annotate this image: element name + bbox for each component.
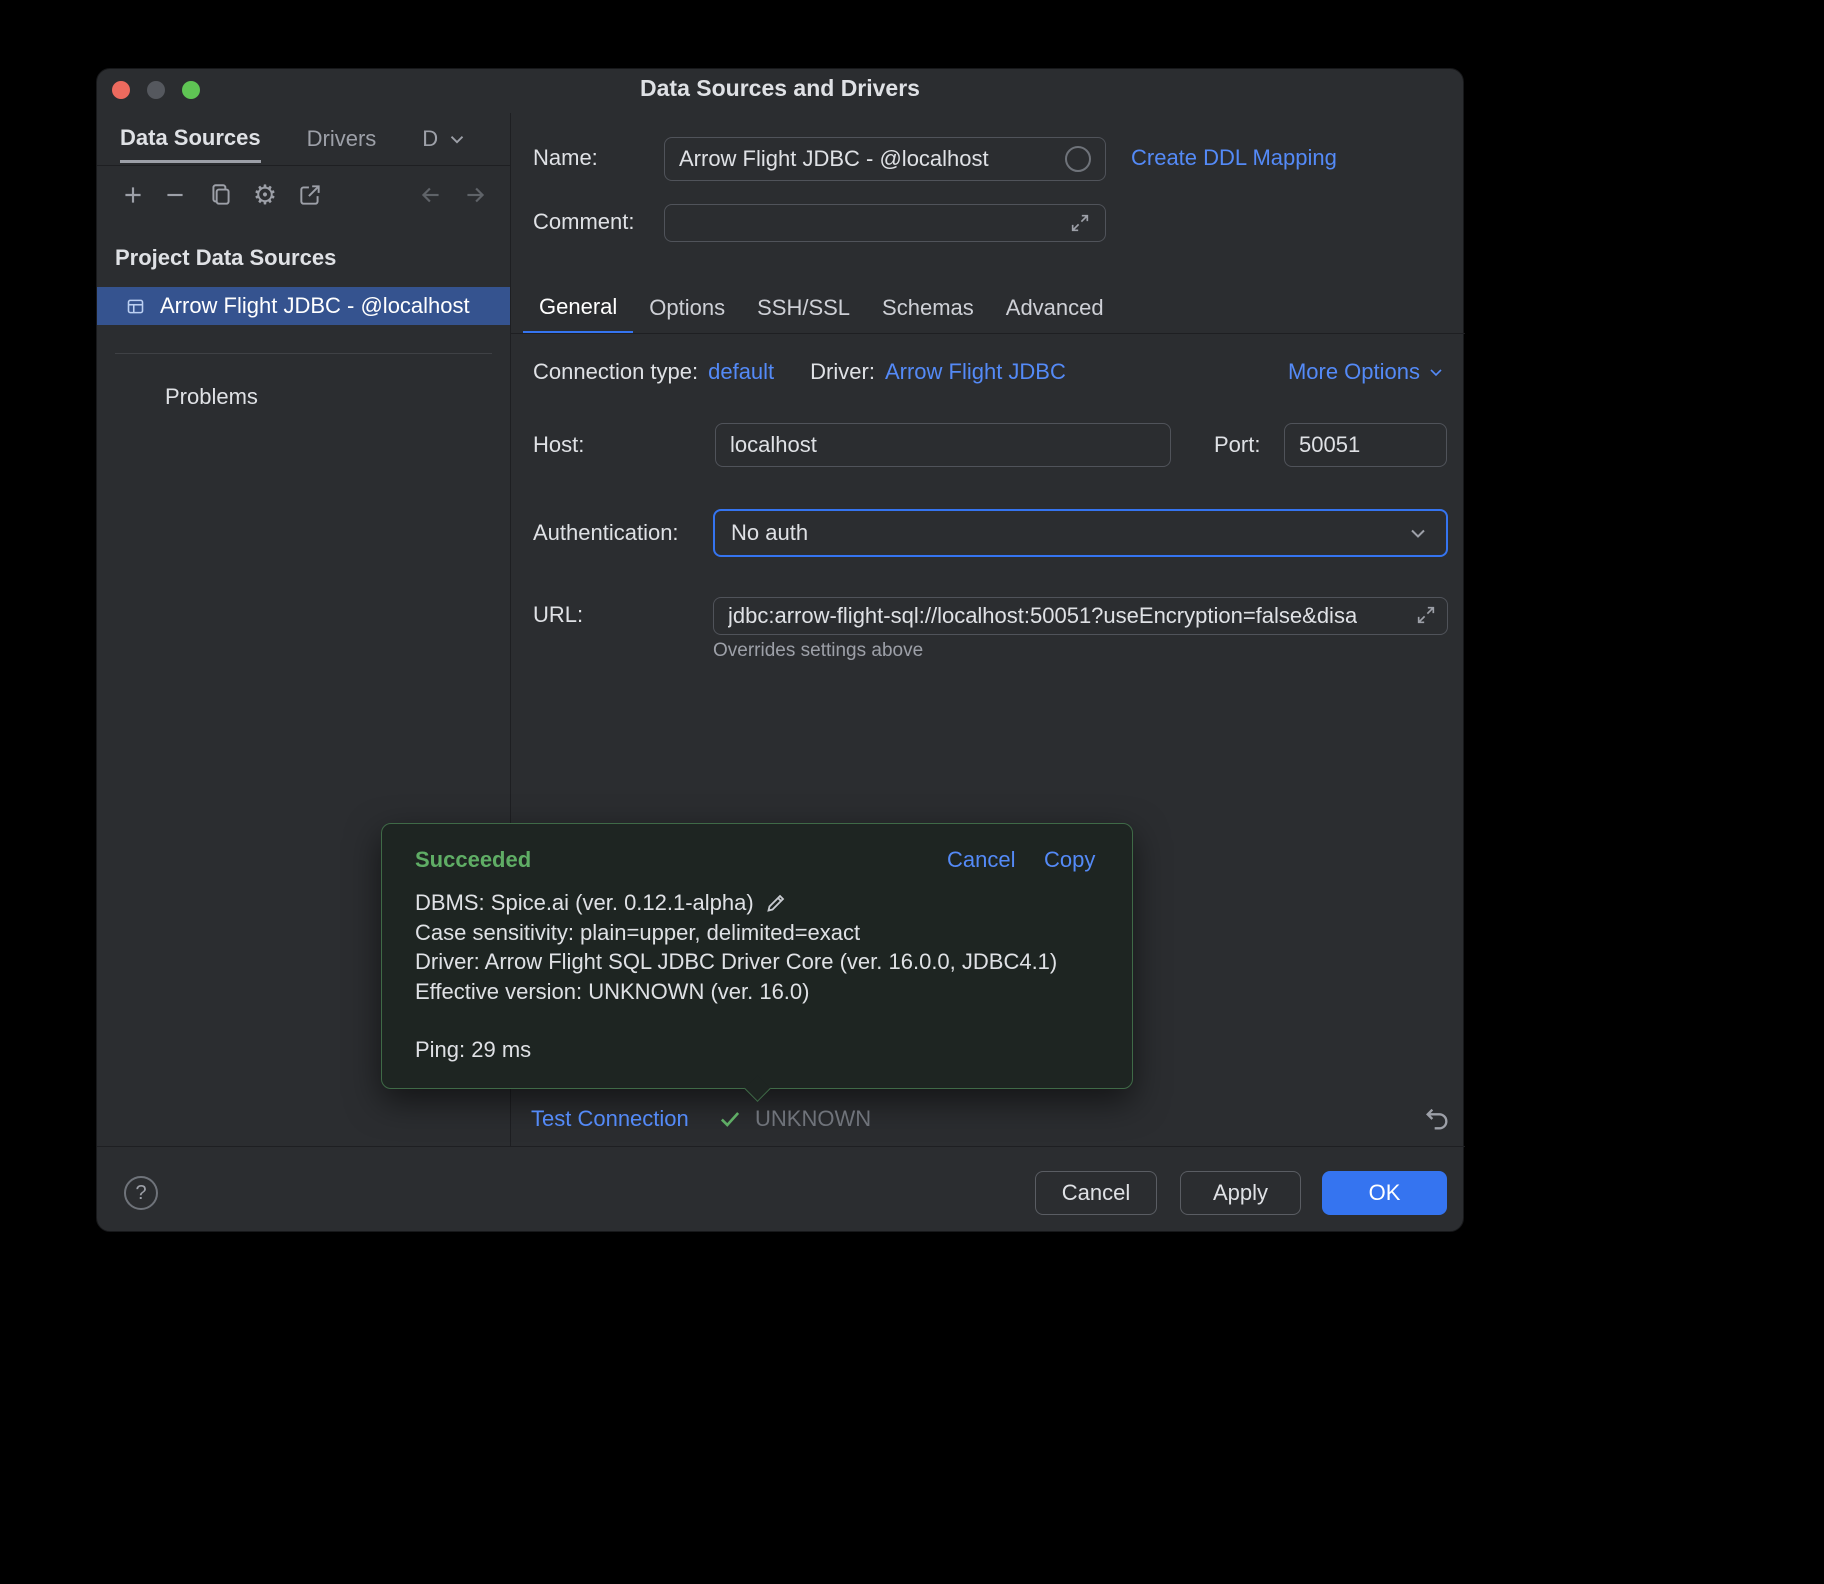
desktop-background: Data Sources and Drivers Data Sources Dr…: [0, 0, 1824, 1584]
popup-line-dbms: DBMS: Spice.ai (ver. 0.12.1-alpha): [415, 888, 1057, 918]
host-label: Host:: [533, 430, 584, 460]
popup-ping: Ping: 29 ms: [415, 1035, 531, 1065]
tab-ssh-ssl[interactable]: SSH/SSL: [741, 282, 866, 334]
back-arrow-icon[interactable]: [415, 179, 447, 211]
port-input-value: 50051: [1299, 432, 1360, 458]
chevron-down-icon[interactable]: [446, 128, 468, 150]
port-input[interactable]: 50051: [1284, 423, 1447, 467]
tab-data-sources-label: Data Sources: [120, 125, 261, 151]
popup-line-dbms-text: DBMS: Spice.ai (ver. 0.12.1-alpha): [415, 888, 754, 918]
comment-input[interactable]: [664, 204, 1106, 242]
help-button[interactable]: ?: [124, 1176, 158, 1210]
sidebar-tabstrip-divider: [97, 165, 510, 166]
apply-button[interactable]: Apply: [1180, 1171, 1301, 1215]
chevron-down-icon: [1406, 521, 1430, 545]
driver-label: Driver:: [810, 357, 875, 387]
popup-pointer: [744, 1075, 771, 1102]
tab-drivers[interactable]: Drivers: [307, 115, 377, 163]
popup-line-driver: Driver: Arrow Flight SQL JDBC Driver Cor…: [415, 947, 1057, 977]
open-external-icon[interactable]: [294, 179, 326, 211]
sidebar-tab-strip: Data Sources Drivers D: [120, 115, 468, 163]
authentication-select[interactable]: No auth: [713, 509, 1448, 557]
project-data-sources-header: Project Data Sources: [115, 243, 336, 273]
forward-arrow-icon[interactable]: [459, 179, 491, 211]
data-source-list-item-selected[interactable]: Arrow Flight JDBC - @localhost: [97, 287, 510, 325]
test-connection-result-popup: Succeeded Cancel Copy DBMS: Spice.ai (ve…: [381, 823, 1133, 1089]
success-check-icon: [717, 1106, 743, 1132]
tab-ddl-label: D: [422, 126, 438, 152]
help-icon: ?: [135, 1182, 146, 1205]
popup-cancel-link[interactable]: Cancel: [947, 845, 1015, 875]
name-label: Name:: [533, 143, 598, 173]
tab-data-sources[interactable]: Data Sources: [120, 115, 261, 163]
connection-type-value[interactable]: default: [708, 357, 774, 387]
name-input[interactable]: Arrow Flight JDBC - @localhost: [664, 137, 1106, 181]
popup-line-case-sensitivity: Case sensitivity: plain=upper, delimited…: [415, 918, 1057, 948]
footer-divider: [97, 1146, 1465, 1147]
popup-copy-link[interactable]: Copy: [1044, 845, 1095, 875]
expand-url-icon[interactable]: [1415, 604, 1437, 626]
tab-drivers-label: Drivers: [307, 126, 377, 152]
popup-details: DBMS: Spice.ai (ver. 0.12.1-alpha) Case …: [415, 888, 1057, 1006]
comment-label: Comment:: [533, 207, 634, 237]
name-input-value: Arrow Flight JDBC - @localhost: [679, 146, 989, 172]
datasource-table-icon: [125, 296, 146, 317]
driver-value-link[interactable]: Arrow Flight JDBC: [885, 357, 1066, 387]
authentication-value: No auth: [731, 520, 808, 546]
tab-ddl-truncated[interactable]: D: [422, 115, 468, 163]
create-ddl-mapping-link[interactable]: Create DDL Mapping: [1131, 143, 1337, 173]
add-data-source-icon[interactable]: [117, 179, 149, 211]
url-input[interactable]: jdbc:arrow-flight-sql://localhost:50051?…: [713, 597, 1448, 635]
data-source-item-label: Arrow Flight JDBC - @localhost: [160, 293, 470, 319]
expand-comment-icon[interactable]: [1069, 212, 1091, 234]
pencil-icon[interactable]: [764, 891, 788, 915]
ok-button[interactable]: OK: [1322, 1171, 1447, 1215]
refresh-name-icon[interactable]: [1065, 146, 1091, 172]
more-options-label: More Options: [1288, 357, 1420, 387]
sidebar-item-problems[interactable]: Problems: [165, 382, 258, 412]
popup-status-succeeded: Succeeded: [415, 845, 531, 875]
test-connection-link[interactable]: Test Connection: [531, 1104, 689, 1134]
tab-schemas[interactable]: Schemas: [866, 282, 990, 334]
connection-type-label: Connection type:: [533, 357, 698, 387]
duplicate-icon[interactable]: [205, 179, 237, 211]
data-sources-dialog: Data Sources and Drivers Data Sources Dr…: [96, 68, 1464, 1232]
tab-options[interactable]: Options: [633, 282, 741, 334]
tab-advanced[interactable]: Advanced: [990, 282, 1120, 334]
gear-icon[interactable]: ⚙: [249, 179, 281, 211]
cancel-button[interactable]: Cancel: [1035, 1171, 1157, 1215]
popup-line-effective-version: Effective version: UNKNOWN (ver. 16.0): [415, 977, 1057, 1007]
port-label: Port:: [1214, 430, 1260, 460]
chevron-down-icon: [1426, 362, 1446, 382]
tabbar-divider: [511, 333, 1465, 334]
url-label: URL:: [533, 600, 583, 630]
host-input[interactable]: localhost: [715, 423, 1171, 467]
remove-data-source-icon[interactable]: [159, 179, 191, 211]
sidebar-section-divider: [115, 353, 492, 354]
tab-general[interactable]: General: [523, 282, 633, 334]
undo-icon[interactable]: [1423, 1105, 1451, 1133]
url-input-value: jdbc:arrow-flight-sql://localhost:50051?…: [728, 603, 1357, 629]
test-status-text: UNKNOWN: [755, 1104, 871, 1134]
settings-tab-bar: General Options SSH/SSL Schemas Advanced: [523, 282, 1120, 334]
url-hint-text: Overrides settings above: [713, 639, 923, 663]
host-input-value: localhost: [730, 432, 817, 458]
authentication-label: Authentication:: [533, 518, 679, 548]
more-options-button[interactable]: More Options: [1288, 357, 1446, 387]
window-title: Data Sources and Drivers: [97, 75, 1463, 102]
connection-type-row: Connection type: default Driver: Arrow F…: [533, 357, 1066, 387]
